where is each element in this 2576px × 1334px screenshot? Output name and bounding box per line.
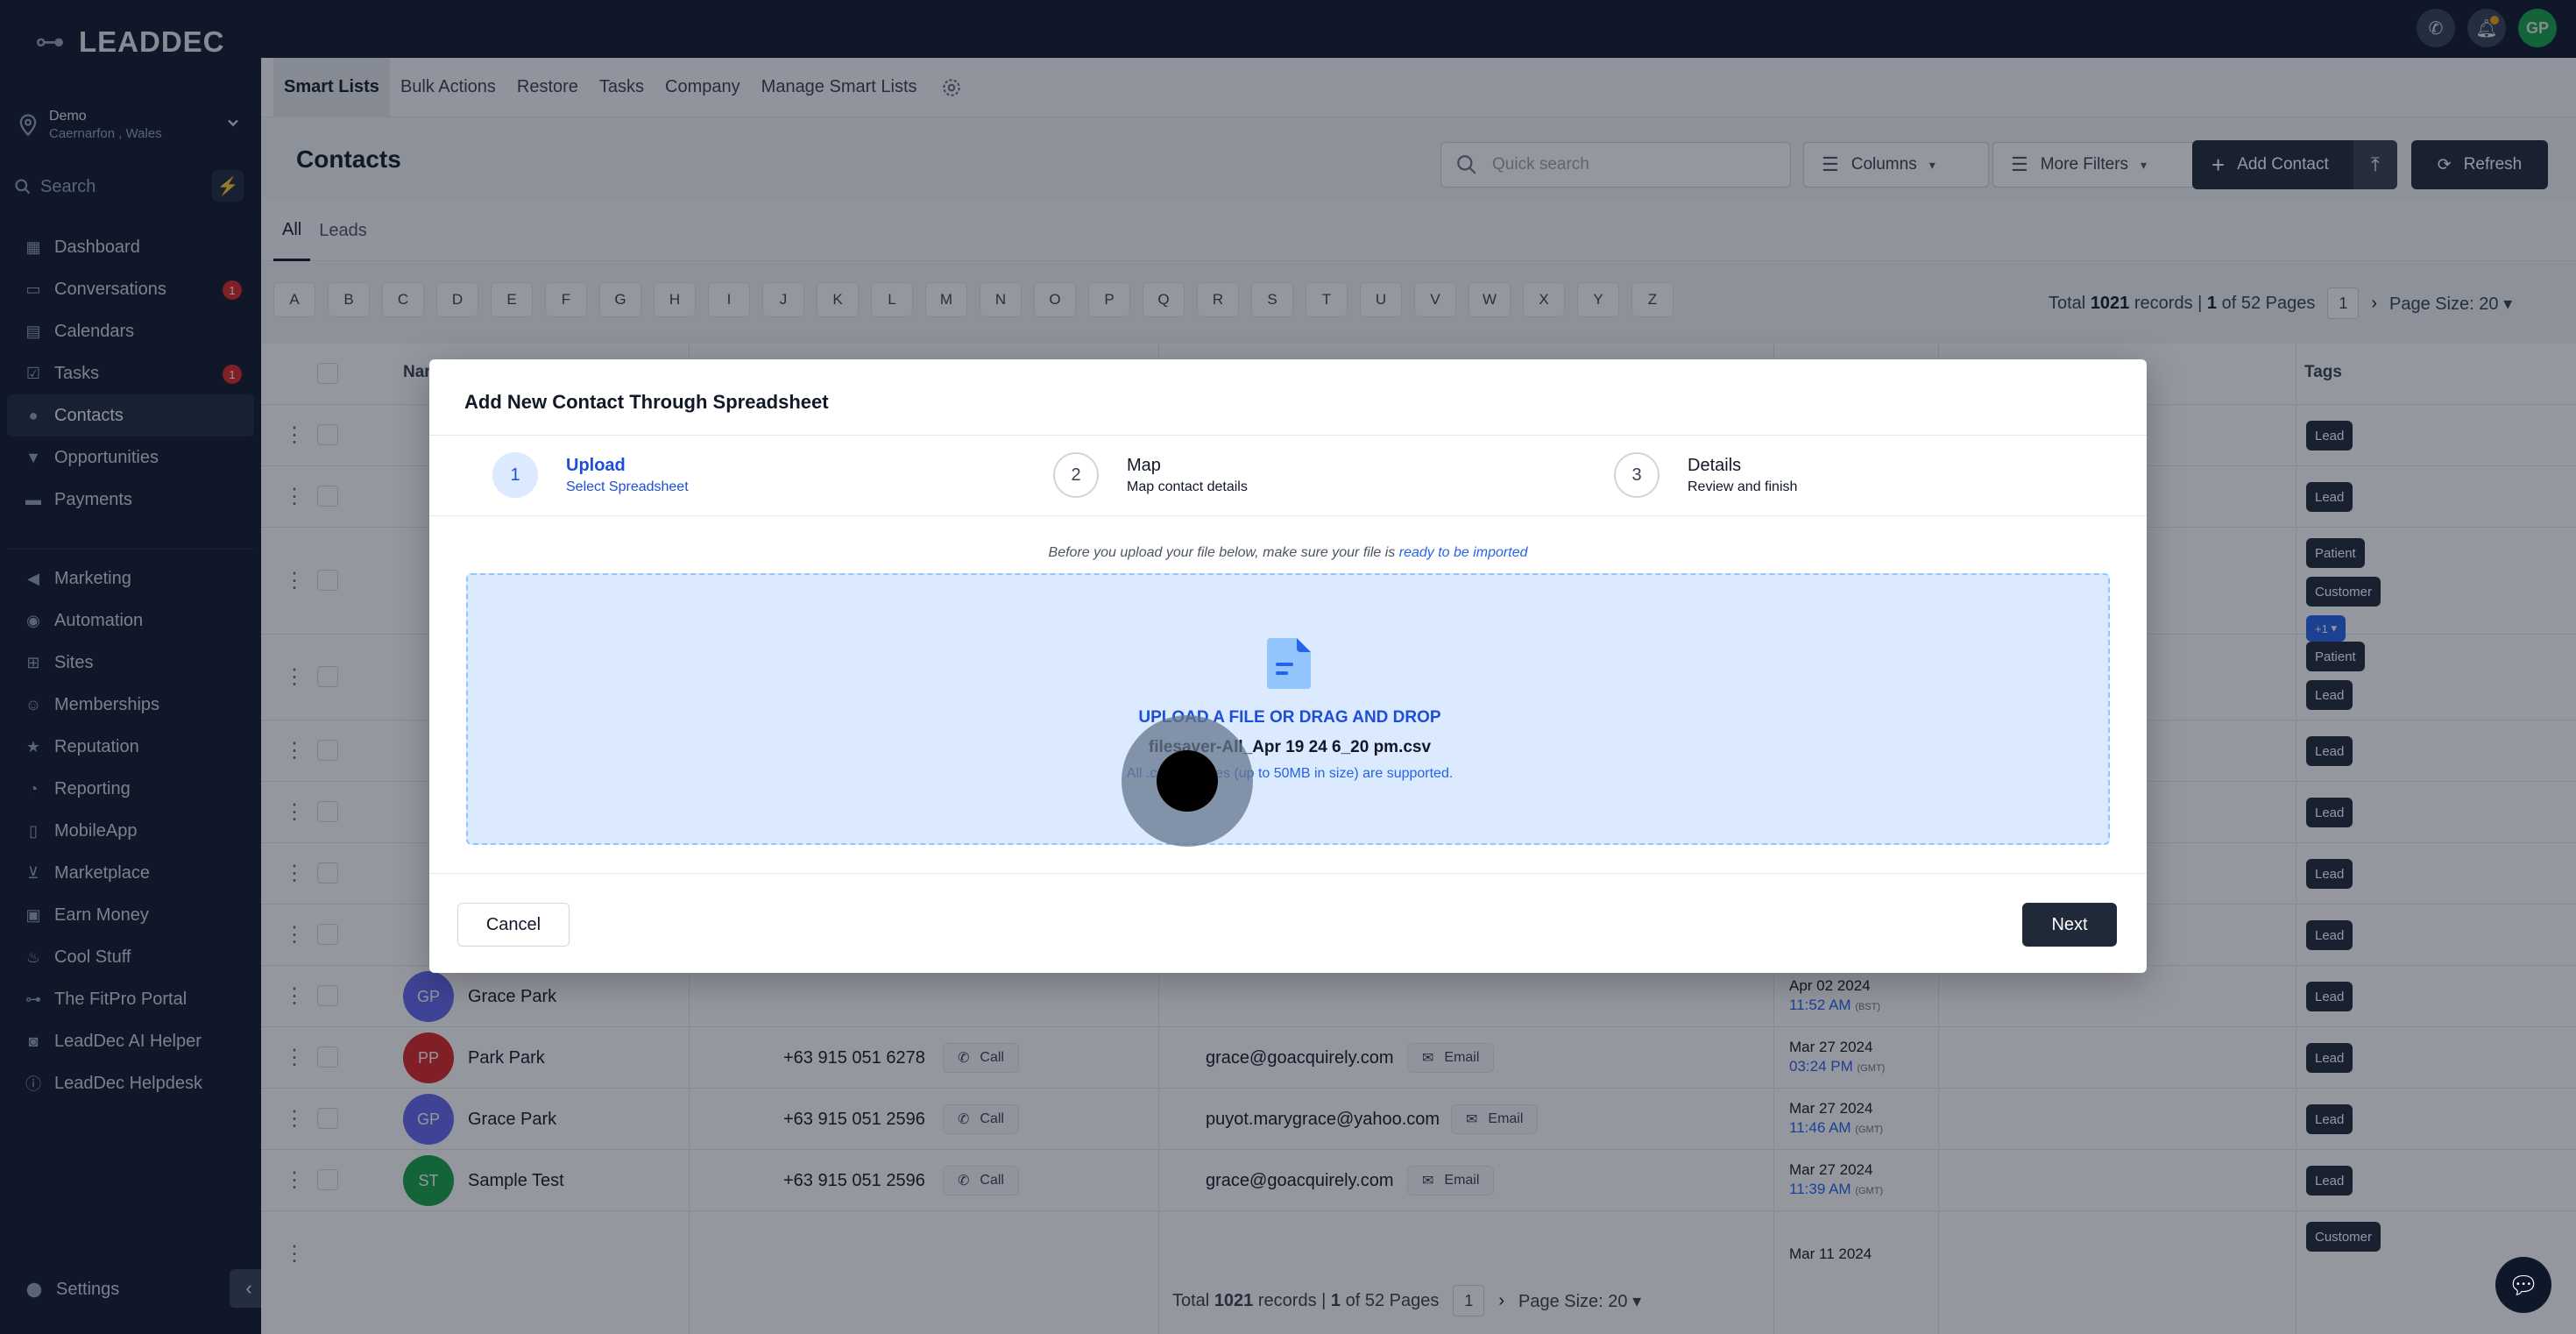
step-number: 1 xyxy=(492,452,538,498)
step-details[interactable]: 3 Details Review and finish xyxy=(1614,452,1797,498)
dropzone-hint: All .csv file types (up to 50MB in size)… xyxy=(1126,766,1454,781)
selected-file-name: filesaver-All_Apr 19 24 6_20 pm.csv xyxy=(1148,738,1432,756)
step-title: Upload xyxy=(566,455,626,475)
step-upload[interactable]: 1 Upload Select Spreadsheet xyxy=(492,452,689,498)
step-subtitle: Map contact details xyxy=(1127,479,1248,494)
modal-divider xyxy=(429,515,2147,516)
import-notice: Before you upload your file below, make … xyxy=(429,545,2147,561)
step-map[interactable]: 2 Map Map contact details xyxy=(1053,452,1248,498)
cursor-dot xyxy=(1157,750,1218,812)
step-subtitle: Select Spreadsheet xyxy=(566,479,689,494)
file-icon xyxy=(1267,638,1311,689)
file-dropzone[interactable]: UPLOAD A FILE OR DRAG AND DROP filesaver… xyxy=(466,573,2110,845)
step-title: Details xyxy=(1688,455,1742,475)
step-number: 3 xyxy=(1614,452,1660,498)
chat-widget-button[interactable]: 💬︎ xyxy=(2495,1257,2551,1313)
step-subtitle: Review and finish xyxy=(1688,479,1798,494)
notice-text: Before you upload your file below, make … xyxy=(1048,545,1396,560)
chat-bubble-icon: 💬︎ xyxy=(2508,1271,2539,1299)
cancel-button[interactable]: Cancel xyxy=(457,903,570,947)
dropzone-title[interactable]: UPLOAD A FILE OR DRAG AND DROP xyxy=(468,708,2112,727)
modal-title: Add New Contact Through Spreadsheet xyxy=(464,391,829,413)
next-button[interactable]: Next xyxy=(2022,903,2117,947)
step-number: 2 xyxy=(1053,452,1099,498)
modal-divider xyxy=(429,435,2147,436)
ready-to-import-link[interactable]: ready to be imported xyxy=(1399,545,1528,560)
step-title: Map xyxy=(1127,455,1161,475)
import-spreadsheet-modal: Add New Contact Through Spreadsheet 1 Up… xyxy=(429,359,2147,973)
modal-divider xyxy=(429,873,2147,874)
